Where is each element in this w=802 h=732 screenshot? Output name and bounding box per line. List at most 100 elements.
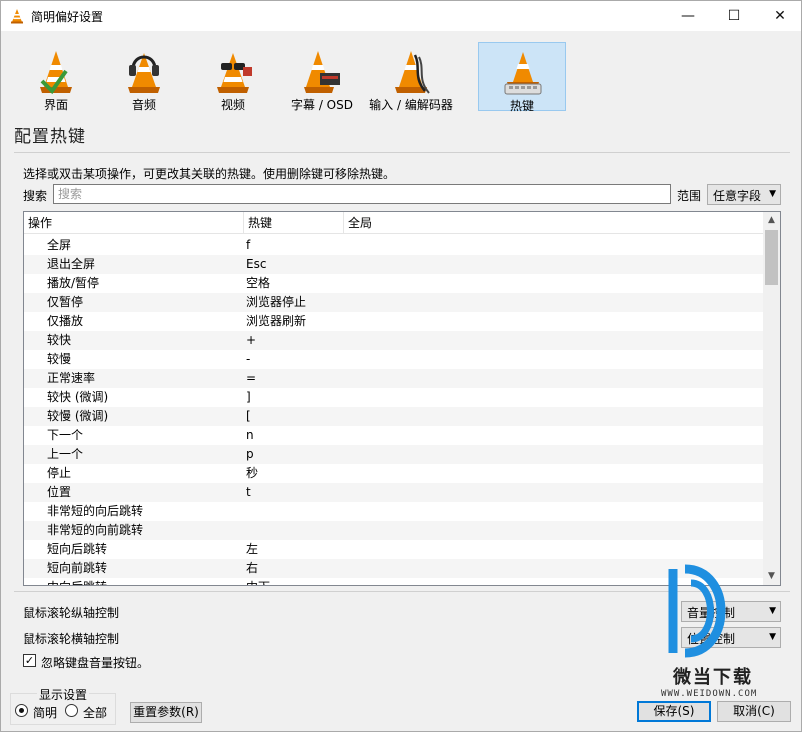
hotkey-table[interactable]: 操作 热键 全局 全屏 f 退出全屏 Esc 播放/暂停 空格 仅暂停 浏览器停止 仅播放 浏览器… bbox=[23, 211, 781, 586]
column-header-global[interactable]: 全局 bbox=[344, 212, 764, 234]
ignore-volume-keys-checkbox[interactable]: ✓ bbox=[23, 654, 36, 667]
table-row[interactable]: 较快 + bbox=[24, 331, 764, 350]
column-header-hotkey[interactable]: 热键 bbox=[244, 212, 344, 234]
preferences-window: 简明偏好设置 — ☐ ✕ 界面 音频 视频 字幕 / OSD 输入 / 编解码器… bbox=[0, 0, 802, 732]
action-cell: 较快 (微调) bbox=[47, 390, 109, 404]
table-row[interactable]: 正常速率 = bbox=[24, 369, 764, 388]
action-cell: 短向后跳转 bbox=[47, 542, 108, 556]
category-label: 热键 bbox=[509, 99, 534, 113]
category-label: 音频 bbox=[131, 98, 156, 112]
table-row[interactable]: 位置 t bbox=[24, 483, 764, 502]
table-row[interactable]: 短向前跳转 右 bbox=[24, 559, 764, 578]
watermark-brand: 微当下载 bbox=[673, 667, 753, 688]
action-cell: 较慢 (微调) bbox=[47, 409, 109, 423]
chevron-down-icon: ▼ bbox=[769, 189, 776, 199]
hotkey-cell: ] bbox=[246, 390, 251, 404]
hotkey-cell: 浏览器刷新 bbox=[246, 314, 307, 328]
category-interface[interactable]: 界面 bbox=[12, 42, 100, 112]
vlc-app-icon bbox=[11, 9, 23, 24]
save-button[interactable]: 保存(S) bbox=[637, 701, 711, 722]
cone-glasses-icon bbox=[217, 53, 252, 93]
column-header-action[interactable]: 操作 bbox=[24, 212, 244, 234]
radio-all[interactable] bbox=[65, 704, 78, 717]
action-cell: 中向后跳转 bbox=[47, 578, 107, 585]
table-row[interactable]: 上一个 p bbox=[24, 445, 764, 464]
hotkey-cell: + bbox=[246, 333, 257, 347]
table-row[interactable]: 仅播放 浏览器刷新 bbox=[24, 312, 764, 331]
title-bar: 简明偏好设置 — ☐ ✕ bbox=[1, 1, 801, 31]
hotkey-cell: 左 bbox=[246, 542, 259, 556]
table-row[interactable]: 非常短的向前跳转 bbox=[24, 521, 764, 540]
radio-simple-label: 简明 bbox=[33, 706, 58, 720]
scope-label: 范围 bbox=[677, 189, 702, 203]
minimize-button[interactable]: — bbox=[665, 1, 711, 31]
table-row[interactable]: 较慢 - bbox=[24, 350, 764, 369]
scope-value: 任意字段 bbox=[713, 189, 762, 203]
table-row[interactable]: 停止 秒 bbox=[24, 464, 764, 483]
table-row[interactable]: 非常短的向后跳转 bbox=[24, 502, 764, 521]
cone-headphones-icon bbox=[128, 53, 160, 93]
cone-cables-icon bbox=[395, 51, 430, 94]
table-row[interactable]: 播放/暂停 空格 bbox=[24, 274, 764, 293]
maximize-button[interactable]: ☐ bbox=[711, 1, 757, 31]
action-cell: 非常短的向后跳转 bbox=[47, 504, 144, 518]
action-cell: 正常速率 bbox=[47, 371, 96, 385]
action-cell: 较慢 bbox=[47, 352, 72, 366]
table-row[interactable]: 中向后跳转 中下 bbox=[24, 578, 764, 585]
divider bbox=[14, 152, 790, 153]
category-audio[interactable]: 音频 bbox=[100, 42, 188, 112]
hotkey-cell: 中下 bbox=[246, 578, 270, 585]
cone-hotkeys-icon bbox=[504, 52, 542, 95]
search-label: 搜索 bbox=[23, 189, 48, 203]
hotkey-cell: 浏览器停止 bbox=[246, 295, 307, 309]
table-header: 操作 热键 全局 bbox=[24, 212, 764, 234]
hotkey-cell: n bbox=[246, 428, 254, 442]
radio-all-label: 全部 bbox=[83, 706, 108, 720]
category-label: 输入 / 编解码器 bbox=[369, 98, 453, 112]
radio-simple[interactable] bbox=[15, 704, 28, 717]
action-cell: 停止 bbox=[47, 466, 72, 480]
search-input[interactable] bbox=[53, 184, 671, 204]
hotkey-cell: Esc bbox=[246, 257, 267, 271]
reset-button[interactable]: 重置参数(R) bbox=[130, 702, 202, 723]
table-row[interactable]: 退出全屏 Esc bbox=[24, 255, 764, 274]
cone-interface-icon bbox=[40, 51, 72, 95]
category-hotkeys[interactable]: 热键 bbox=[478, 42, 566, 113]
section-title: 配置热键 bbox=[14, 127, 86, 147]
action-cell: 退出全屏 bbox=[47, 257, 96, 271]
table-row[interactable]: 下一个 n bbox=[24, 426, 764, 445]
category-label: 视频 bbox=[220, 98, 245, 112]
table-row[interactable]: 短向后跳转 左 bbox=[24, 540, 764, 559]
cancel-button[interactable]: 取消(C) bbox=[717, 701, 791, 722]
cone-subtitle-icon bbox=[304, 51, 340, 93]
category-subtitle-osd[interactable]: 字幕 / OSD bbox=[278, 42, 366, 112]
action-cell: 短向前跳转 bbox=[47, 561, 108, 575]
action-cell: 位置 bbox=[47, 485, 72, 499]
action-cell: 上一个 bbox=[47, 447, 84, 461]
scope-select[interactable]: 任意字段 ▼ bbox=[707, 184, 781, 205]
table-row[interactable]: 较慢 (微调) [ bbox=[24, 407, 764, 426]
description-text: 选择或双击某项操作，可更改其关联的热键。使用删除键可移除热键。 bbox=[23, 167, 396, 181]
display-settings-title: 显示设置 bbox=[37, 686, 90, 703]
scrollbar-thumb[interactable] bbox=[765, 230, 778, 285]
category-video[interactable]: 视频 bbox=[189, 42, 277, 112]
action-cell: 较快 bbox=[47, 333, 72, 347]
category-input-codecs[interactable]: 输入 / 编解码器 bbox=[367, 42, 455, 112]
category-label: 界面 bbox=[43, 98, 68, 112]
window-title: 简明偏好设置 bbox=[31, 10, 104, 24]
mouse-wheel-horizontal-label: 鼠标滚轮横轴控制 bbox=[23, 632, 120, 646]
hotkey-cell: f bbox=[246, 238, 251, 252]
vertical-scrollbar[interactable]: ▲ ▼ bbox=[763, 212, 780, 585]
watermark-url: WWW.WEIDOWN.COM bbox=[661, 689, 758, 699]
action-cell: 非常短的向前跳转 bbox=[47, 523, 144, 537]
table-row[interactable]: 仅暂停 浏览器停止 bbox=[24, 293, 764, 312]
table-row[interactable]: 全屏 f bbox=[24, 236, 764, 255]
mouse-wheel-vertical-label: 鼠标滚轮纵轴控制 bbox=[23, 606, 120, 620]
close-button[interactable]: ✕ bbox=[757, 1, 802, 31]
table-row[interactable]: 较快 (微调)] bbox=[24, 388, 764, 407]
scroll-up-icon[interactable]: ▲ bbox=[763, 212, 780, 229]
ignore-volume-keys-label: 忽略键盘音量按钮。 bbox=[41, 656, 150, 670]
hotkey-cell: 空格 bbox=[246, 276, 271, 290]
hotkey-cell: 右 bbox=[246, 561, 259, 575]
action-cell: 下一个 bbox=[47, 428, 84, 442]
